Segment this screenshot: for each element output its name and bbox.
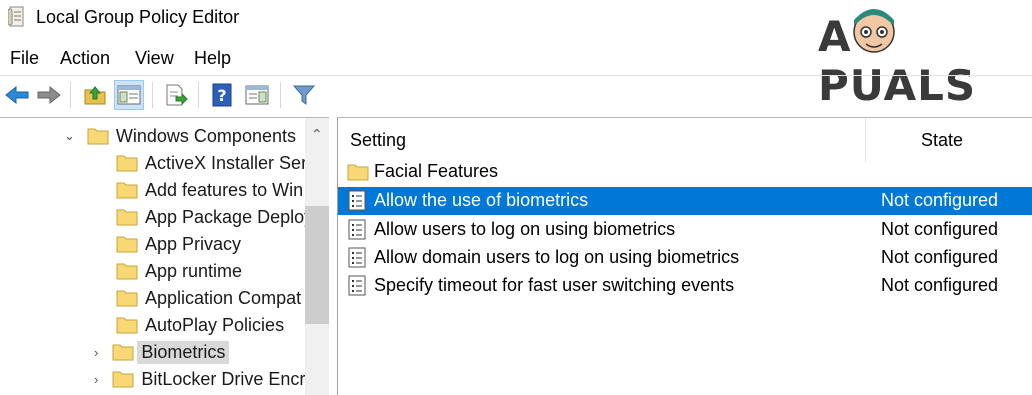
setting-state: Not configured: [881, 275, 999, 295]
list-item-setting[interactable]: Allow users to log on using biometrics N…: [338, 216, 1032, 244]
tree-item-autoplay-policies[interactable]: AutoPlay Policies: [116, 312, 284, 338]
forward-arrow-icon: [37, 85, 61, 105]
folder-icon: [116, 316, 138, 334]
appuals-logo: APUALS: [818, 2, 1030, 110]
appuals-mascot-icon: [853, 9, 895, 53]
menu-view[interactable]: View: [135, 48, 174, 69]
list-item-setting[interactable]: Allow domain users to log on using biome…: [338, 244, 1032, 272]
chevron-right-icon[interactable]: ›: [94, 372, 98, 387]
show-hide-console-tree-button[interactable]: [114, 80, 144, 110]
scrollbar-thumb[interactable]: [305, 206, 329, 324]
folder-icon: [87, 127, 109, 145]
forward-button[interactable]: [34, 80, 64, 110]
chevron-down-icon[interactable]: ⌄: [64, 128, 75, 144]
up-one-level-button[interactable]: [80, 80, 110, 110]
setting-name: Allow domain users to log on using biome…: [374, 247, 740, 267]
folder-icon: [116, 262, 138, 280]
chevron-right-icon[interactable]: ›: [94, 345, 98, 360]
folder-icon: [116, 181, 138, 199]
tree-item-label: Windows Components: [115, 125, 296, 146]
properties-icon: [245, 85, 269, 105]
toolbar-separator: [198, 82, 199, 108]
filter-icon: [292, 85, 316, 105]
setting-state: Not configured: [881, 247, 999, 267]
folder-icon: [112, 370, 134, 388]
back-arrow-icon: [5, 85, 29, 105]
setting-name: Allow the use of biometrics: [374, 190, 589, 210]
policy-setting-icon: [348, 219, 366, 240]
settings-list: Setting State Facial Features Allow the …: [337, 117, 1032, 395]
policy-setting-icon: [348, 190, 366, 211]
setting-state: Not configured: [881, 190, 999, 210]
menu-file[interactable]: File: [10, 48, 39, 69]
toolbar-separator: [152, 82, 153, 108]
tree-item-label: Biometrics: [137, 340, 230, 364]
toolbar-separator: [280, 82, 281, 108]
toolbar: ?: [0, 75, 1032, 114]
tree-item-application-compatibility[interactable]: Application Compat: [116, 285, 301, 311]
export-list-button[interactable]: [161, 80, 191, 110]
policy-setting-icon: [348, 275, 366, 296]
policy-setting-icon: [348, 247, 366, 268]
tree-item-biometrics[interactable]: › Biometrics: [94, 339, 230, 365]
tree-scrollbar[interactable]: ⌃: [305, 118, 329, 395]
tree-item-label: App Package Deploy: [145, 206, 314, 227]
tree-item-label: App runtime: [145, 260, 243, 281]
list-item-setting[interactable]: Specify timeout for fast user switching …: [338, 272, 1032, 300]
help-button[interactable]: ?: [207, 80, 237, 110]
export-list-icon: [166, 84, 188, 106]
setting-name: Allow users to log on using biometrics: [374, 219, 676, 239]
help-icon: ?: [212, 83, 232, 107]
tree-item-app-runtime[interactable]: App runtime: [116, 258, 242, 284]
tree-item-label: BitLocker Drive Encry: [141, 368, 315, 389]
up-folder-icon: [84, 86, 106, 105]
folder-icon: [116, 235, 138, 253]
scroll-up-icon[interactable]: ⌃: [311, 126, 323, 143]
folder-icon: [112, 343, 134, 361]
show-hide-tree-icon: [117, 85, 141, 105]
properties-button[interactable]: [242, 80, 272, 110]
folder-icon: [116, 208, 138, 226]
tree-item-app-privacy[interactable]: App Privacy: [116, 231, 241, 257]
tree-item-label: Application Compat: [145, 287, 302, 308]
tree-item-label: ActiveX Installer Serv: [145, 152, 317, 173]
folder-icon: [347, 164, 369, 181]
policy-editor-app-icon: [8, 6, 24, 27]
column-divider[interactable]: [865, 118, 866, 162]
tree-item-bitlocker[interactable]: › BitLocker Drive Encry: [94, 366, 314, 392]
folder-icon: [116, 154, 138, 172]
list-item-setting[interactable]: Allow the use of biometrics Not configur…: [338, 187, 1032, 215]
back-button[interactable]: [2, 80, 32, 110]
menu-action[interactable]: Action: [60, 48, 110, 69]
list-item-folder[interactable]: Facial Features: [338, 158, 1032, 186]
toolbar-separator: [70, 82, 71, 108]
tree-item-activex-installer[interactable]: ActiveX Installer Serv: [116, 150, 316, 176]
column-header-state[interactable]: State: [921, 118, 963, 162]
folder-icon: [116, 289, 138, 307]
tree-item-label: App Privacy: [145, 233, 242, 254]
filter-options-button[interactable]: [289, 80, 319, 110]
tree-item-windows-components[interactable]: ⌄ Windows Components: [64, 123, 296, 149]
tree-item-app-package-deployment[interactable]: App Package Deploy: [116, 204, 313, 230]
console-tree[interactable]: ⌄ Windows Components ActiveX Installer S…: [0, 117, 329, 395]
folder-name: Facial Features: [374, 161, 499, 181]
tree-item-label: AutoPlay Policies: [145, 314, 285, 335]
svg-text:?: ?: [217, 86, 226, 105]
window-title: Local Group Policy Editor: [36, 7, 240, 27]
setting-name: Specify timeout for fast user switching …: [374, 275, 735, 295]
menu-help[interactable]: Help: [194, 48, 231, 69]
tree-item-label: Add features to Win: [145, 179, 304, 200]
column-header-setting[interactable]: Setting: [350, 118, 850, 162]
setting-state: Not configured: [881, 219, 999, 239]
tree-item-add-features[interactable]: Add features to Win: [116, 177, 303, 203]
